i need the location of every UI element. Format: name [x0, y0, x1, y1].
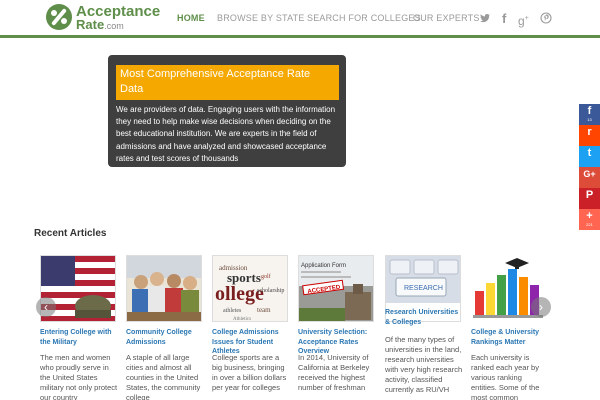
article-excerpt: The men and women who proudly serve in t… [40, 353, 118, 400]
pinterest-icon[interactable] [540, 12, 552, 27]
hero-panel: Most Comprehensive Acceptance Rate Data … [108, 55, 346, 167]
carousel-prev-button[interactable]: ‹ [36, 297, 56, 317]
share-pinterest-button[interactable]: P [579, 188, 600, 209]
article-card: Entering College with the Military The m… [40, 255, 118, 400]
share-facebook-count: 13 [587, 117, 592, 122]
recent-articles-heading: Recent Articles [34, 228, 107, 239]
article-thumbnail-sports-word-cloud[interactable]: admission sports golf ollege scholarship… [212, 255, 288, 322]
chevron-right-icon: › [539, 300, 543, 314]
nav-our-experts[interactable]: OUR EXPERTS [413, 13, 480, 23]
site-header: Acceptance Rate.com HOME BROWSE BY STATE… [0, 0, 600, 36]
reddit-icon: r [587, 126, 592, 138]
svg-text:RESEARCH: RESEARCH [404, 285, 443, 292]
article-excerpt: College sports are a big business, bring… [212, 353, 287, 392]
share-reddit-button[interactable]: r [579, 125, 600, 146]
google-plus-icon: G+ [583, 169, 596, 179]
share-total-count: 221 [586, 222, 593, 227]
more-icon: + [586, 210, 593, 222]
header-divider [0, 35, 600, 38]
svg-text:ollege: ollege [215, 283, 264, 305]
share-facebook-button[interactable]: f 13 [579, 104, 600, 125]
article-title-link[interactable]: College & University Rankings Matter [471, 328, 551, 347]
twitter-icon[interactable] [479, 12, 491, 27]
nav-browse-by-state[interactable]: BROWSE BY STATE [217, 13, 305, 23]
article-card: Community College Admissions A staple of… [126, 255, 202, 400]
article-card: College & University Rankings Matter Eac… [471, 255, 547, 400]
pinterest-icon: P [585, 189, 594, 201]
site-logo[interactable]: Acceptance Rate.com [46, 4, 160, 32]
carousel-next-button[interactable]: › [531, 297, 551, 317]
hero-text: We are providers of data. Engaging users… [116, 105, 336, 163]
svg-text:team: team [257, 306, 271, 314]
share-twitter-button[interactable]: t [579, 146, 600, 167]
article-excerpt: Each university is ranked each year by v… [471, 353, 540, 400]
article-excerpt: Of the many types of universities in the… [385, 335, 463, 394]
article-thumbnail-community-college[interactable] [126, 255, 202, 322]
article-card: RESEARCH Research Universities & College… [385, 255, 463, 400]
share-more-button[interactable]: + 221 [579, 209, 600, 230]
svg-text:golf: golf [261, 273, 271, 280]
nav-home[interactable]: HOME [177, 13, 205, 23]
percent-logo-icon [46, 4, 72, 30]
article-excerpt: A staple of all large cities and almost … [126, 353, 201, 400]
article-thumbnail-application-form[interactable]: Application Form ACCEPTED [298, 255, 374, 322]
facebook-icon: f [587, 105, 592, 117]
svg-text:scholarship: scholarship [257, 288, 284, 294]
article-title-link[interactable]: Community College Admissions [126, 328, 206, 347]
twitter-icon: t [587, 147, 592, 159]
article-card: admission sports golf ollege scholarship… [212, 255, 288, 400]
google-plus-icon[interactable]: g+ [518, 12, 529, 28]
article-excerpt: In 2014, University of California at Ber… [298, 353, 370, 392]
hero-title: Most Comprehensive Acceptance Rate Data [116, 65, 339, 100]
svg-text:Application Form: Application Form [301, 263, 346, 269]
nav-search-for-colleges[interactable]: SEARCH FOR COLLEGES [307, 13, 421, 23]
logo-name-line2: Rate.com [76, 17, 124, 32]
facebook-icon[interactable]: f [502, 12, 506, 26]
share-google-plus-button[interactable]: G+ [579, 167, 600, 188]
svg-text:athletes: athletes [223, 308, 242, 314]
chevron-left-icon: ‹ [44, 300, 48, 314]
article-title-link[interactable]: Entering College with the Military [40, 328, 120, 347]
article-card: Application Form ACCEPTED University Sel… [298, 255, 374, 400]
article-title-link[interactable]: Research Universities & Colleges [385, 308, 465, 327]
svg-text:Athletics: Athletics [233, 317, 251, 322]
